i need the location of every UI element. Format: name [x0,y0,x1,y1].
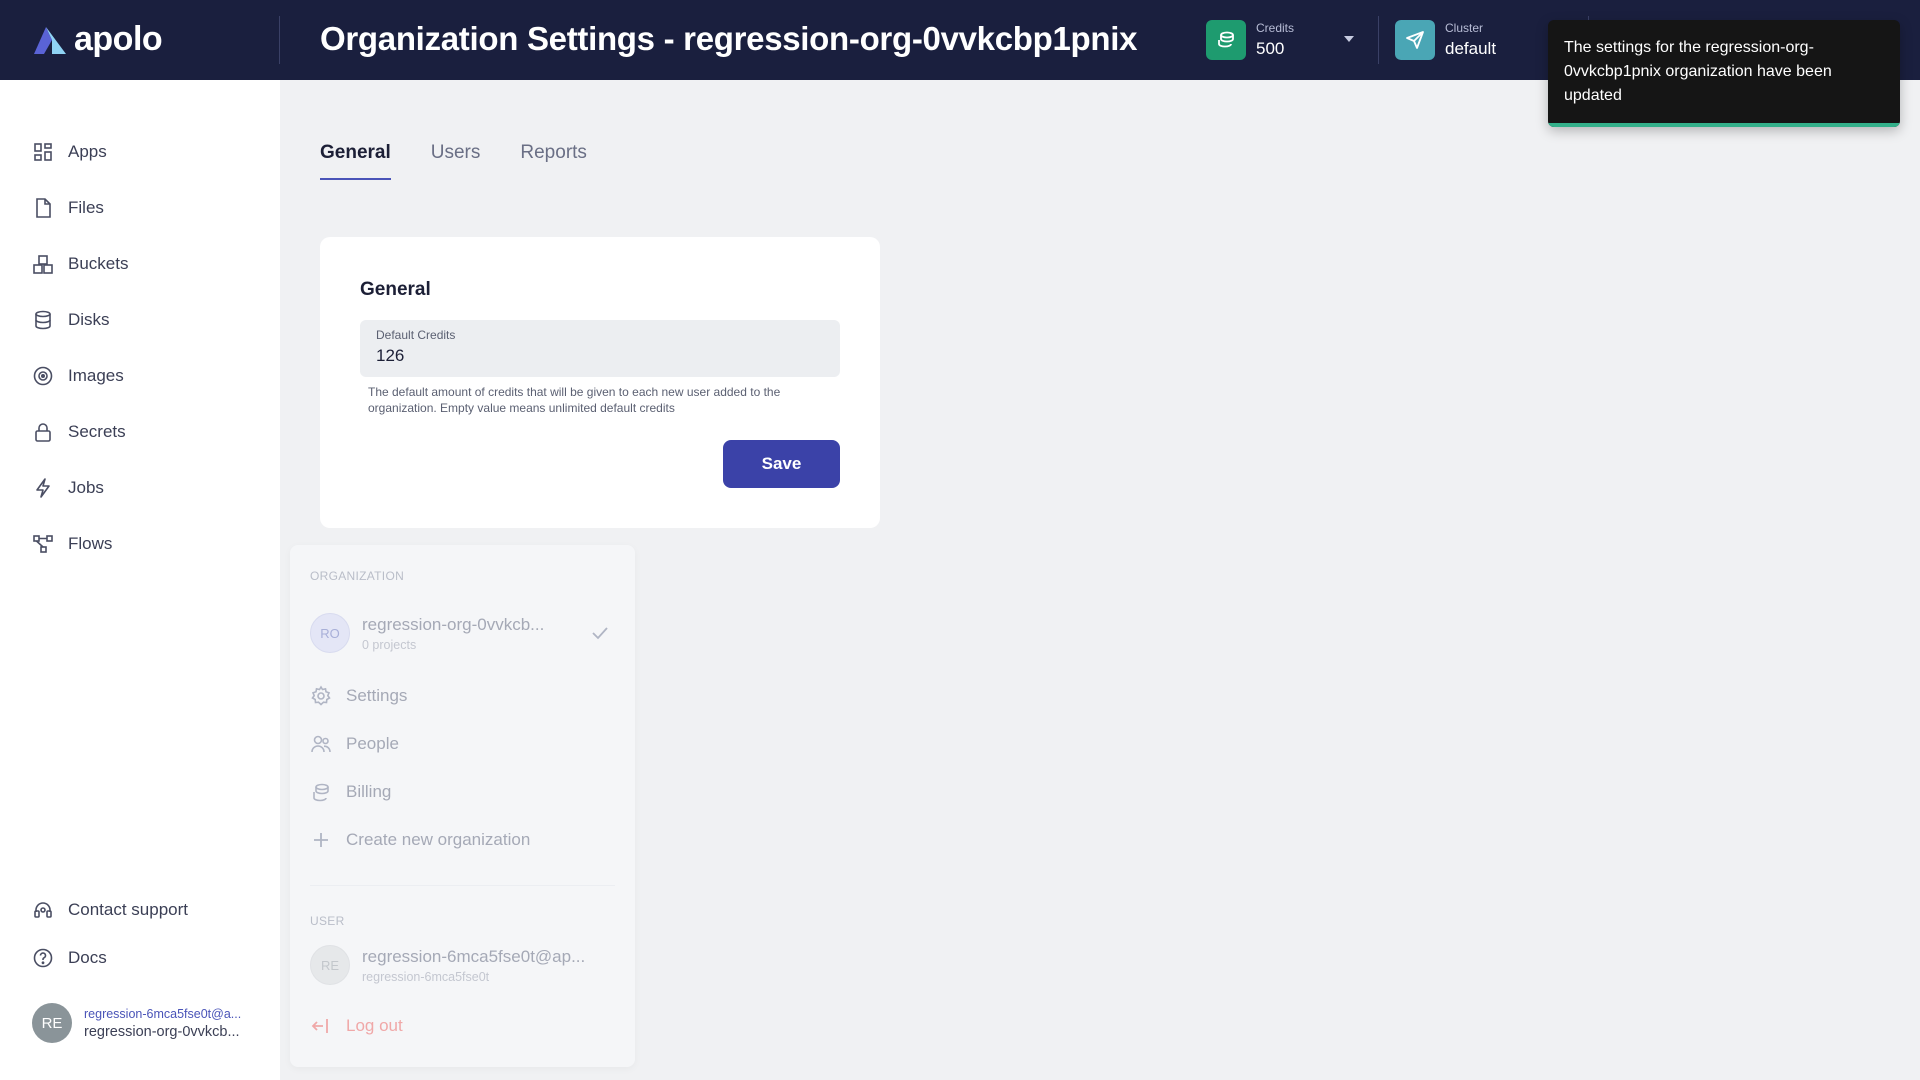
org-name: regression-org-0vvkcb... [362,614,545,634]
sidebar-item-label: Docs [68,948,107,967]
logout-icon [311,1019,328,1033]
sidebar-item-flows[interactable]: Flows [32,533,112,555]
avatar: RE [310,945,350,985]
card-title: General [360,279,431,300]
field-label: Default Credits [376,328,456,342]
people-icon [311,735,331,753]
sidebar-item-label: Buckets [68,254,129,273]
apolo-logo[interactable]: apolo [32,20,163,59]
sidebar-item-jobs[interactable]: Jobs [32,477,104,499]
apolo-logo-text: apolo [74,20,163,58]
tab-users[interactable]: Users [431,142,481,180]
sidebar-item-disks[interactable]: Disks [32,309,110,331]
avatar: RE [32,1003,72,1043]
logout-label: Log out [346,1016,403,1035]
chevron-down-icon[interactable] [1344,36,1354,42]
sidebar-item-label: Files [68,198,104,217]
menu-item-people[interactable]: People [310,733,399,755]
file-icon [36,198,51,218]
apps-icon [34,143,52,161]
menu-item-billing[interactable]: Billing [310,781,391,803]
sidebar-item-label: Contact support [68,900,189,919]
sidebar-item-docs[interactable]: Docs [32,947,107,969]
sidebar-item-label: Disks [68,310,110,329]
credits-value: 500 [1256,39,1285,58]
default-credits-field[interactable]: Default Credits 126 [360,320,840,377]
sidebar-item-contact-support[interactable]: Contact support [32,899,188,921]
menu-divider [310,885,615,886]
coins-icon [1206,20,1246,60]
headset-icon [34,902,52,918]
logout-button[interactable]: Log out [310,1015,403,1037]
menu-user-email: regression-6mca5fse0t@ap... [362,946,586,966]
toast-message: The settings for the regression-org-0vvk… [1564,39,1832,104]
menu-user-item[interactable]: RE regression-6mca5fse0t@ap... regressio… [310,945,610,985]
sidebar-item-label: Images [68,366,124,385]
images-icon [33,366,53,386]
success-toast[interactable]: The settings for the regression-org-0vvk… [1548,20,1900,127]
current-user[interactable]: RE regression-6mca5fse0t@a... regression… [32,1003,241,1043]
sidebar-item-images[interactable]: Images [32,365,124,387]
credits-selector[interactable]: Credits 500 [1206,20,1294,60]
check-icon [592,627,608,640]
toast-progress-bar [1548,123,1900,127]
tab-general[interactable]: General [320,142,391,180]
default-credits-input[interactable]: 126 [376,346,404,366]
menu-item-label: People [346,734,399,753]
page-title: Organization Settings - regression-org-0… [320,20,1138,57]
menu-item-label: Create new organization [346,830,531,849]
organization-heading: ORGANIZATION [310,569,405,583]
flows-icon [33,535,53,553]
user-org: regression-org-0vvkcb... [84,1023,240,1040]
organization-menu: ORGANIZATION RO regression-org-0vvkcb...… [290,545,635,1067]
sidebar-item-apps[interactable]: Apps [32,141,107,163]
send-icon [1395,20,1435,60]
menu-user-name: regression-6mca5fse0t [362,969,490,984]
tab-reports[interactable]: Reports [520,142,587,180]
sidebar: Apps Files Buckets Disks Images Secrets [0,80,280,1080]
menu-item-create-organization[interactable]: Create new organization [310,829,530,851]
general-settings-card: General Default Credits 126 The default … [320,237,880,528]
org-avatar: RO [310,613,350,653]
cluster-value: default [1445,39,1497,58]
settings-tabs: General Users Reports [320,142,587,180]
apolo-logo-icon [32,24,68,56]
sidebar-item-buckets[interactable]: Buckets [32,253,128,275]
lock-icon [35,423,51,442]
sidebar-item-label: Jobs [68,478,104,497]
billing-icon [313,783,329,802]
menu-item-label: Billing [346,782,392,801]
user-heading: USER [310,914,345,928]
cluster-label: Cluster [1445,21,1484,35]
organization-item[interactable]: RO regression-org-0vvkcb... 0 projects [310,613,610,653]
lightning-icon [36,478,50,498]
sidebar-item-secrets[interactable]: Secrets [32,421,126,443]
menu-item-label: Settings [346,686,408,705]
cluster-selector[interactable]: Cluster default [1395,20,1496,60]
header-divider [279,16,280,64]
field-help-text: The default amount of credits that will … [368,385,781,415]
sidebar-item-files[interactable]: Files [32,197,104,219]
user-email: regression-6mca5fse0t@a... [84,1006,242,1021]
buckets-icon [33,255,53,274]
sidebar-item-label: Flows [68,534,113,553]
database-icon [35,310,51,330]
sidebar-item-label: Secrets [68,422,126,441]
org-projects: 0 projects [362,637,417,652]
menu-item-settings[interactable]: Settings [310,685,407,707]
save-button[interactable]: Save [723,440,840,488]
plus-icon [314,833,328,847]
gear-icon [311,685,331,706]
help-circle-icon [33,948,53,968]
credits-label: Credits [1256,21,1295,35]
sidebar-item-label: Apps [68,142,107,161]
header-divider [1378,16,1379,64]
